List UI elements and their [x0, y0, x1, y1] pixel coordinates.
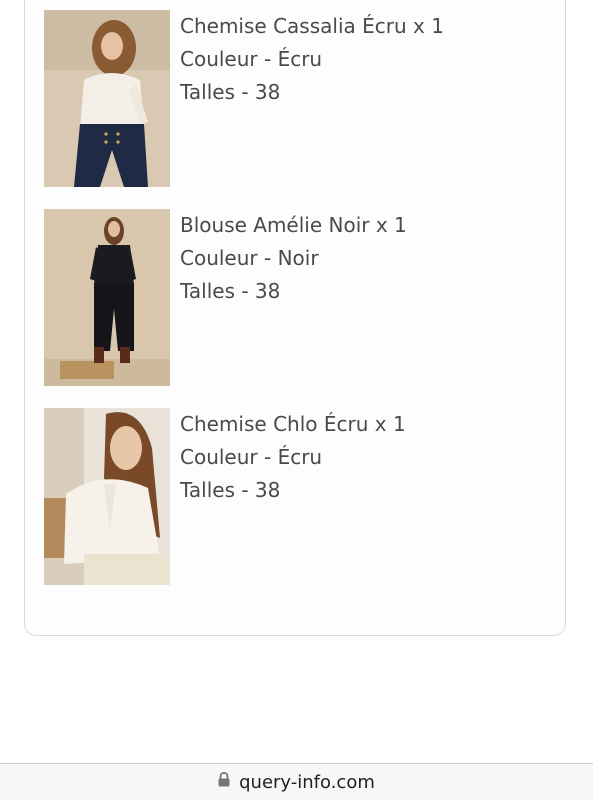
- product-color: Couleur - Noir: [180, 246, 319, 270]
- product-size: Talles - 38: [180, 80, 281, 104]
- product-info: Chemise Cassalia Écru x 1 Couleur - Écru…: [180, 10, 560, 109]
- product-color: Couleur - Écru: [180, 445, 323, 469]
- product-size: Talles - 38: [180, 478, 281, 502]
- browser-url[interactable]: query-info.com: [239, 772, 375, 793]
- product-image[interactable]: [44, 209, 170, 386]
- lock-icon: [218, 772, 230, 791]
- browser-address-bar[interactable]: query-info.com: [0, 763, 593, 800]
- product-name: Chemise Chlo Écru x 1: [180, 412, 406, 436]
- page: Chemise Cassalia Écru x 1 Couleur - Écru…: [0, 0, 593, 800]
- product-name: Chemise Cassalia Écru x 1: [180, 14, 444, 38]
- product-info: Blouse Amélie Noir x 1 Couleur - Noir Ta…: [180, 209, 560, 308]
- product-image[interactable]: [44, 408, 170, 585]
- product-color: Couleur - Écru: [180, 47, 323, 71]
- product-image[interactable]: [44, 10, 170, 187]
- product-name: Blouse Amélie Noir x 1: [180, 213, 407, 237]
- product-size: Talles - 38: [180, 279, 281, 303]
- product-info: Chemise Chlo Écru x 1 Couleur - Écru Tal…: [180, 408, 560, 507]
